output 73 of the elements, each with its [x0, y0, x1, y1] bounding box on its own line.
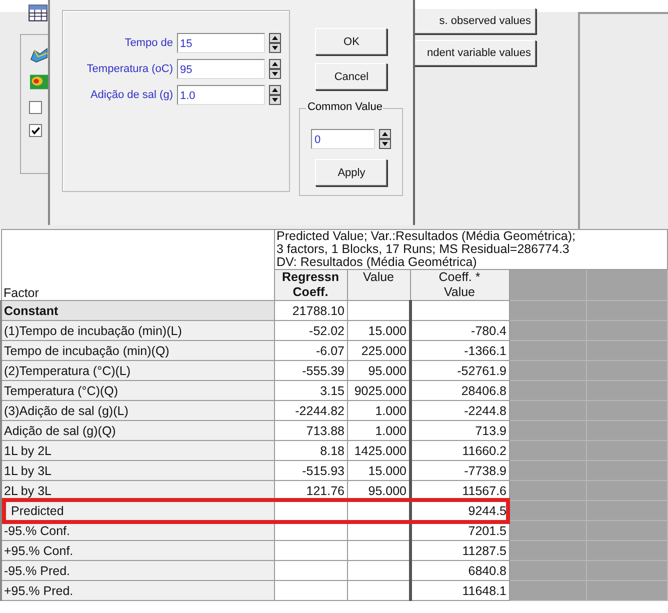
table-cell: -780.4: [410, 320, 509, 340]
plot-button[interactable]: ndent variable values: [412, 40, 536, 66]
table-cell: 95.000: [347, 360, 410, 380]
field-label: Adição de sal (g): [89, 89, 173, 101]
table-cell: 21788.10: [274, 300, 347, 320]
column-header: Coeff. * Value: [410, 270, 509, 300]
factor-cell: 1L by 2L: [1, 440, 274, 460]
table-cell: 1425.000: [347, 440, 410, 460]
table-cell: -52.02: [274, 320, 347, 340]
field-label: Temperatura (oC): [86, 63, 173, 75]
spin-buttons[interactable]: [269, 85, 281, 105]
value-input[interactable]: 1.0: [177, 85, 265, 105]
surface-plot-icon[interactable]: [29, 45, 49, 63]
apply-button[interactable]: Apply: [315, 159, 388, 186]
factor-cell: +95.% Pred.: [1, 580, 274, 600]
factor-cell: Constant: [1, 300, 274, 320]
table-cell: -2244.82: [274, 400, 347, 420]
table-cell: -52761.9: [410, 360, 509, 380]
column-header: Regressn Coeff.: [274, 270, 347, 300]
factor-cell: Adição de sal (g)(Q): [1, 420, 274, 440]
cancel-button[interactable]: Cancel: [315, 63, 388, 90]
table-cell: 11660.2: [410, 440, 509, 460]
factor-cell: (3)Adição de sal (g)(L): [1, 400, 274, 420]
factor-cell: 1L by 3L: [1, 460, 274, 480]
table-cell: 15.000: [347, 460, 410, 480]
table-cell: [347, 560, 410, 580]
table-icon[interactable]: [28, 4, 48, 22]
factor-cell: (1)Tempo de incubação (min)(L): [1, 320, 274, 340]
table-cell: 28406.8: [410, 380, 509, 400]
table-title: 3 factors, 1 Blocks, 17 Runs; MS Residual=286774.3: [276, 243, 570, 256]
table-cell: 1.000: [347, 400, 410, 420]
table-cell: 15.000: [347, 320, 410, 340]
field-label: Tempo de: [124, 37, 173, 49]
table-cell: 3.15: [274, 380, 347, 400]
column-header: Value: [347, 270, 410, 300]
common-value-input[interactable]: 0: [311, 129, 376, 149]
checkbox[interactable]: [29, 124, 42, 137]
table-cell: [347, 580, 410, 600]
table-cell: 225.000: [347, 340, 410, 360]
ok-button[interactable]: OK: [315, 28, 388, 55]
table-cell: -2244.8: [410, 400, 509, 420]
spin-buttons[interactable]: [269, 33, 281, 53]
table-cell: 713.88: [274, 420, 347, 440]
table-cell: -1366.1: [410, 340, 509, 360]
table-cell: 1.000: [347, 420, 410, 440]
table-cell: 9025.000: [347, 380, 410, 400]
table-title: Predicted Value; Var.:Resultados (Média Geométrica);: [276, 230, 576, 243]
table-cell: 6840.8: [410, 560, 509, 580]
table-cell: 8.18: [274, 440, 347, 460]
factor-cell: Temperatura (°C)(Q): [1, 380, 274, 400]
factor-cell: +95.% Conf.: [1, 540, 274, 560]
factor-cell: Tempo de incubação (min)(Q): [1, 340, 274, 360]
table-cell: -515.93: [274, 460, 347, 480]
row-header-title: Factor: [1, 230, 274, 300]
table-cell: [347, 540, 410, 560]
factor-cell: -95.% Pred.: [1, 560, 274, 580]
group-title: Common Value: [306, 101, 384, 113]
table-title: DV: Resultados (Média Geométrica): [276, 256, 478, 268]
table-cell: 11287.5: [410, 540, 509, 560]
spin-buttons[interactable]: [269, 59, 281, 79]
value-input[interactable]: 15: [177, 33, 265, 53]
table-cell: [347, 300, 410, 320]
table-cell: 11648.1: [410, 580, 509, 600]
table-cell: -6.07: [274, 340, 347, 360]
checkbox[interactable]: [29, 101, 42, 114]
plot-button[interactable]: s. observed values: [412, 8, 536, 34]
spin-buttons[interactable]: [379, 129, 392, 149]
table-cell: -555.39: [274, 360, 347, 380]
table-cell: 713.9: [410, 420, 509, 440]
contour-plot-icon[interactable]: [29, 73, 49, 91]
table-cell: -7738.9: [410, 460, 509, 480]
value-input[interactable]: 95: [177, 59, 265, 79]
factor-cell: (2)Temperatura (°C)(L): [1, 360, 274, 380]
